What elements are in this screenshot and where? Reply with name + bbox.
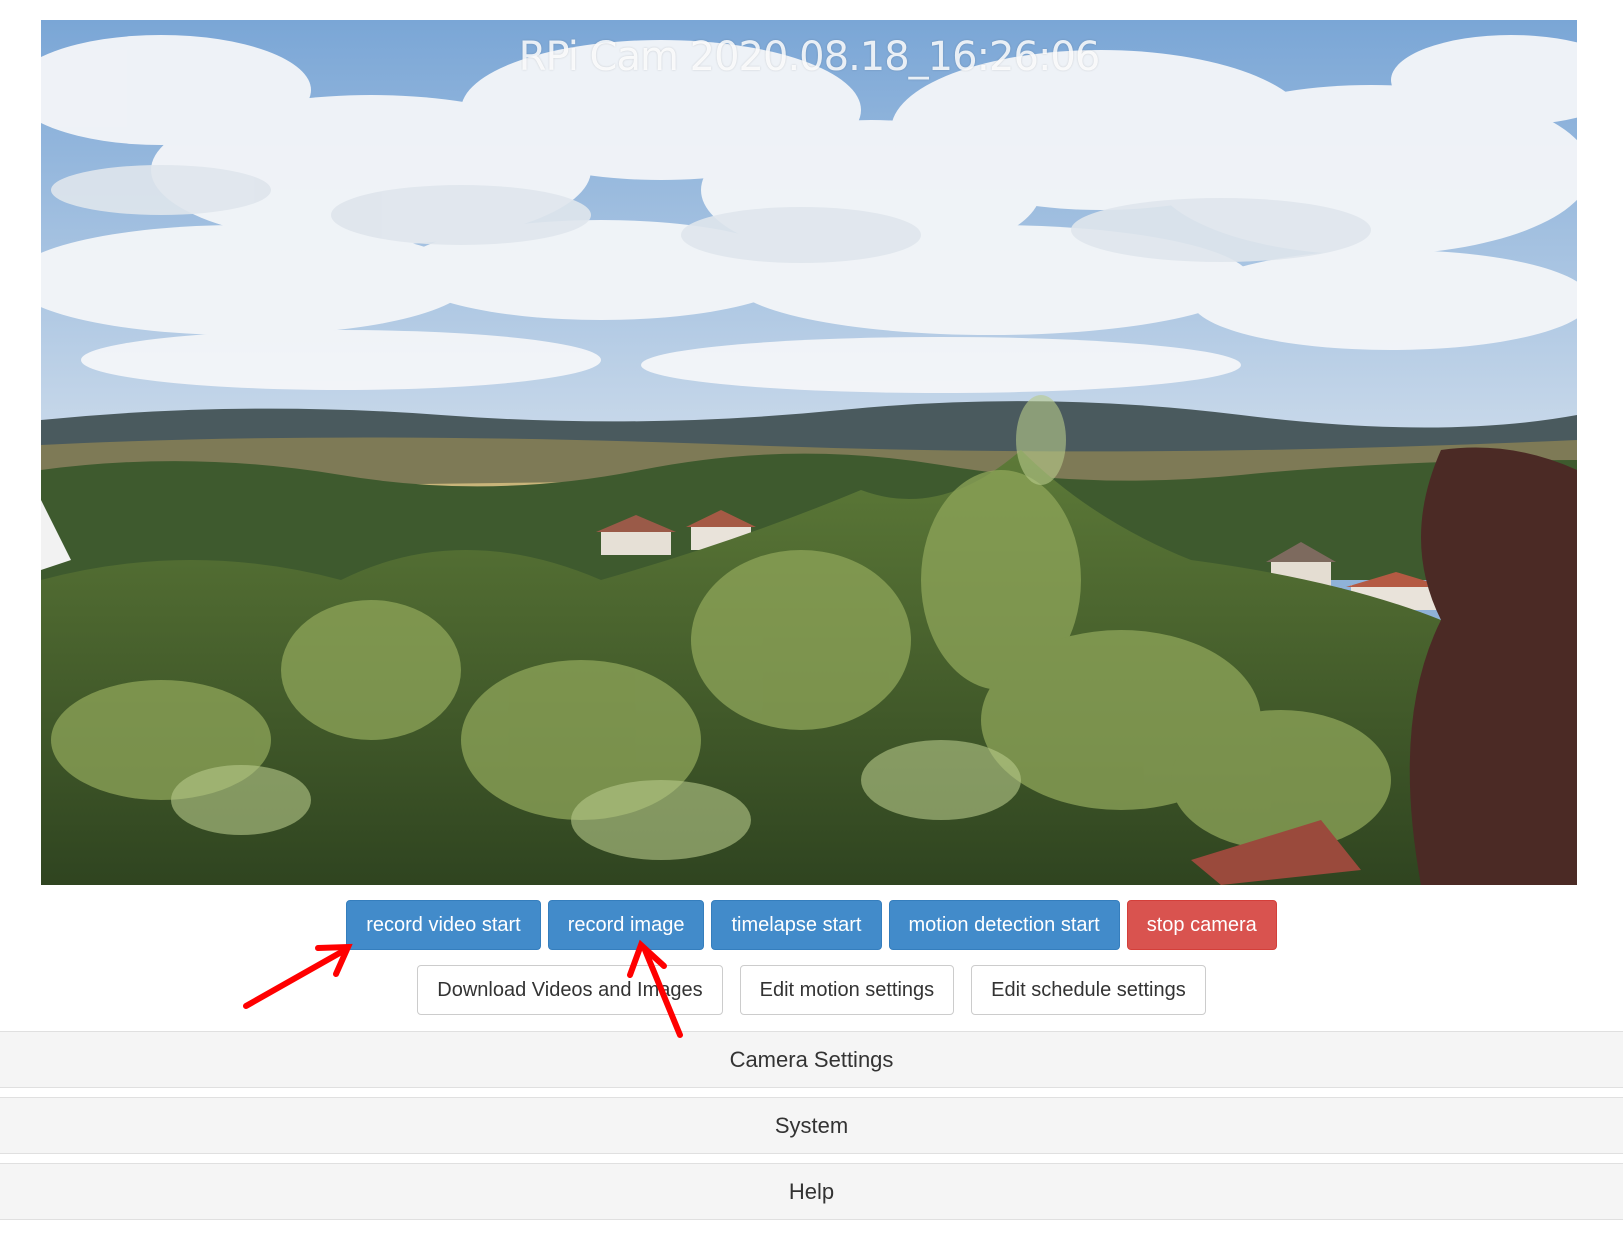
edit-motion-settings-button[interactable]: Edit motion settings — [739, 965, 955, 1015]
panel-help[interactable]: Help — [0, 1163, 1623, 1220]
motion-detection-start-button[interactable]: motion detection start — [888, 900, 1120, 950]
record-image-button[interactable]: record image — [547, 900, 705, 950]
download-videos-images-button[interactable]: Download Videos and Images — [417, 965, 723, 1015]
camera-web-interface: RPi Cam 2020.08.18_16:26:06 record video… — [0, 0, 1623, 1246]
landscape-image — [41, 20, 1577, 885]
edit-schedule-settings-button[interactable]: Edit schedule settings — [971, 965, 1206, 1015]
camera-timestamp-overlay: RPi Cam 2020.08.18_16:26:06 — [518, 34, 1101, 80]
record-video-start-button[interactable]: record video start — [346, 900, 541, 950]
panel-camera-settings[interactable]: Camera Settings — [0, 1031, 1623, 1088]
primary-actions: record video start record image timelaps… — [0, 900, 1623, 950]
secondary-actions: Download Videos and Images Edit motion s… — [0, 965, 1623, 1015]
stop-camera-button[interactable]: stop camera — [1126, 900, 1277, 950]
panel-system[interactable]: System — [0, 1097, 1623, 1154]
timelapse-start-button[interactable]: timelapse start — [711, 900, 882, 950]
camera-preview[interactable]: RPi Cam 2020.08.18_16:26:06 — [41, 20, 1577, 885]
